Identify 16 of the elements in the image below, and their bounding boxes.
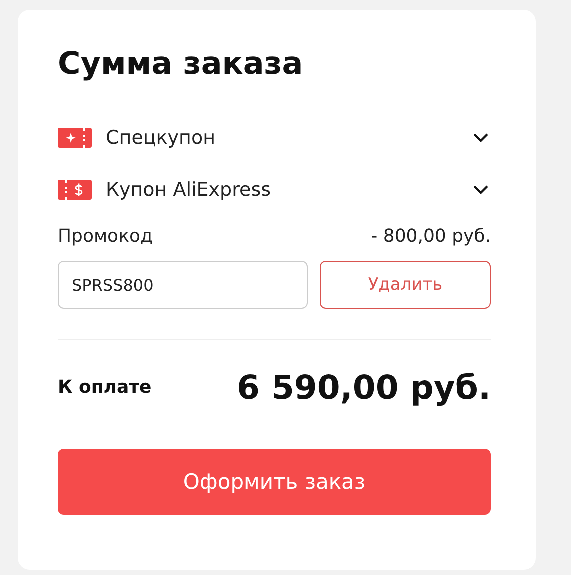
coupon-label: Спецкупон <box>106 127 217 149</box>
remove-button[interactable]: Удалить <box>320 261 491 309</box>
chevron-icon <box>473 185 489 195</box>
summary-title: Сумма заказа <box>58 45 304 84</box>
promo-label: Промокод <box>58 226 153 247</box>
ticket-dollar-icon <box>58 180 92 200</box>
total-amount: 6 590,00 руб. <box>237 368 491 407</box>
ticket-star-icon <box>58 128 92 148</box>
coupon-row[interactable]: Купон AliExpress <box>58 164 491 216</box>
coupon-row[interactable]: Спецкупон <box>58 112 491 164</box>
coupon-label: Купон AliExpress <box>106 179 272 201</box>
checkout-button[interactable]: Оформить заказ <box>58 449 491 515</box>
promo-discount: - 800,00 руб. <box>371 226 491 247</box>
chevron-icon <box>473 133 489 143</box>
promo-code-field[interactable]: SPRSS800 <box>58 261 308 309</box>
total-label: К оплате <box>58 377 152 398</box>
